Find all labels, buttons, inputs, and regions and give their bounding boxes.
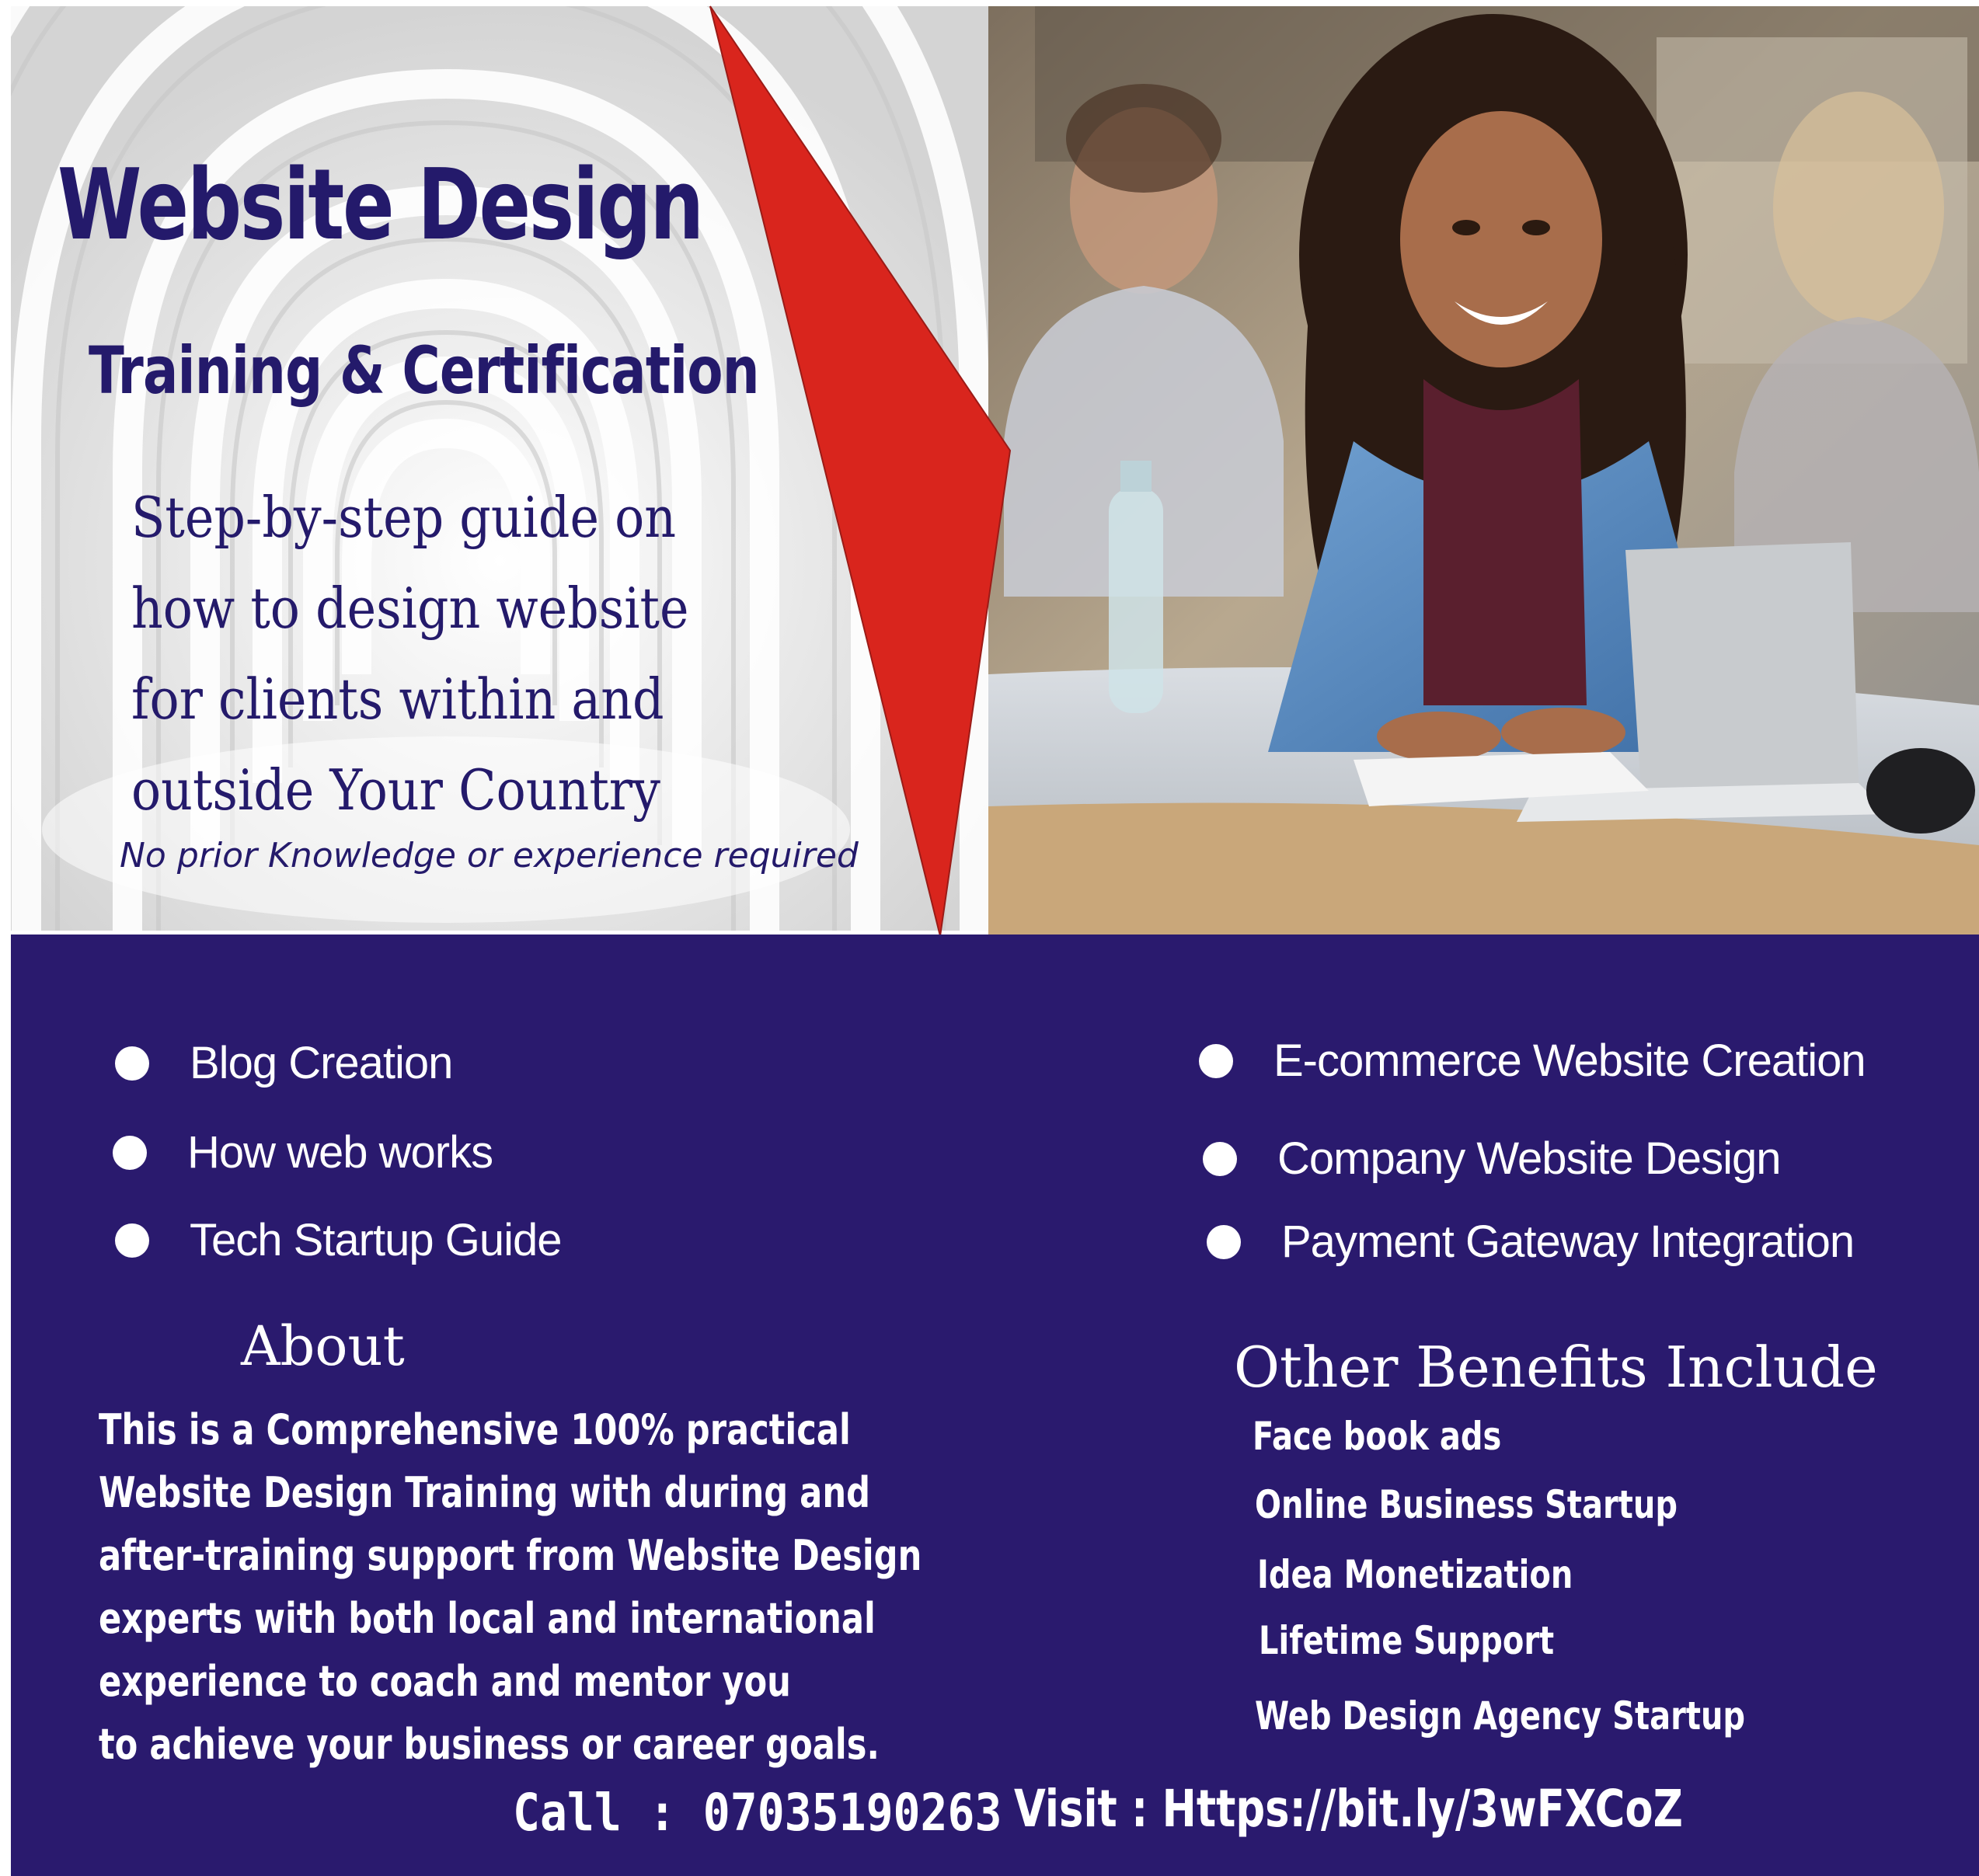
- topic-how-web-works: How web works: [113, 1126, 493, 1178]
- visit-link[interactable]: Visit : Https://bit.ly/3wFXCoZ: [1014, 1779, 1683, 1839]
- student-photo: [988, 6, 1979, 935]
- guide-description: Step-by-step guide on how to design webs…: [131, 472, 831, 836]
- topic-tech-startup-guide: Tech Startup Guide: [115, 1214, 563, 1266]
- topic-label: How web works: [187, 1127, 493, 1178]
- benefits-heading: Other Benefits Include: [1234, 1335, 1878, 1400]
- bullet-icon: [113, 1135, 147, 1170]
- bullet-icon: [1207, 1224, 1241, 1259]
- topic-company-website-design: Company Website Design: [1203, 1133, 1781, 1185]
- student-with-laptop-illustration: [988, 6, 1979, 935]
- about-line: to achieve your business or career goals…: [99, 1720, 880, 1769]
- topic-payment-gateway-integration: Payment Gateway Integration: [1207, 1216, 1855, 1268]
- topic-ecommerce-website-creation: E-commerce Website Creation: [1199, 1035, 1866, 1087]
- benefit-item: Online Business Startup: [1255, 1482, 1678, 1527]
- headline-subtitle: Training & Certification: [89, 332, 760, 409]
- bullet-icon: [115, 1223, 149, 1258]
- guide-line: outside Your Country: [131, 757, 660, 823]
- bullet-icon: [1203, 1141, 1237, 1176]
- bullet-icon: [115, 1046, 149, 1081]
- benefit-item: Idea Monetization: [1257, 1552, 1573, 1597]
- topic-label: E-commerce Website Creation: [1273, 1035, 1866, 1086]
- about-line: experts with both local and internationa…: [99, 1594, 876, 1643]
- about-description: This is a Comprehensive 100% practical W…: [99, 1398, 1127, 1776]
- about-heading: About: [241, 1314, 405, 1378]
- benefit-item: Lifetime Support: [1259, 1618, 1555, 1663]
- bullet-icon: [1199, 1043, 1233, 1078]
- guide-line: Step-by-step guide on: [131, 485, 677, 550]
- topic-label: Tech Startup Guide: [190, 1215, 563, 1265]
- topic-label: Company Website Design: [1277, 1133, 1781, 1184]
- benefit-item: Web Design Agency Startup: [1255, 1693, 1746, 1739]
- about-line: This is a Comprehensive 100% practical: [99, 1405, 851, 1454]
- topic-label: Blog Creation: [190, 1038, 453, 1088]
- guide-line: for clients within and: [131, 667, 664, 732]
- topic-blog-creation: Blog Creation: [115, 1037, 453, 1089]
- topic-label: Payment Gateway Integration: [1281, 1216, 1855, 1267]
- about-line: experience to coach and mentor you: [99, 1657, 791, 1706]
- about-line: Website Design Training with during and: [99, 1468, 871, 1517]
- guide-line: how to design website: [131, 576, 689, 641]
- tunnel-background-panel: Website Design Training & Certification …: [11, 6, 988, 931]
- call-phone-number[interactable]: Call : 07035190263: [513, 1783, 1002, 1843]
- benefit-item: Face book ads: [1253, 1414, 1502, 1459]
- headline-title: Website Design: [57, 148, 704, 262]
- about-line: after-training support from Website Desi…: [99, 1531, 922, 1580]
- no-prior-knowledge-note: No prior Knowledge or experience require…: [120, 836, 859, 875]
- flyer: Website Design Training & Certification …: [0, 0, 1979, 1876]
